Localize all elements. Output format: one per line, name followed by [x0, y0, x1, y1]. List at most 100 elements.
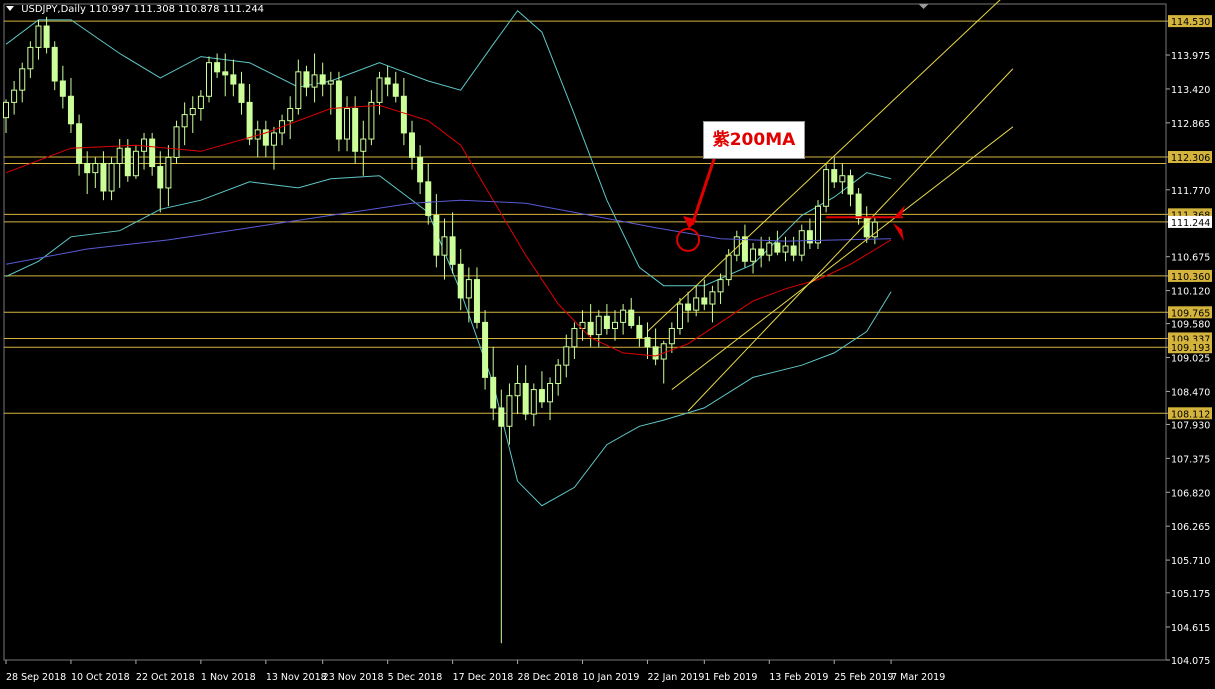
candle-body	[449, 236, 456, 265]
x-tick-label: 22 Jan 2019	[647, 672, 704, 683]
candle-body	[490, 376, 497, 409]
candle-body	[750, 248, 757, 262]
y-tick-label: 108.470	[1171, 387, 1210, 398]
candle-body	[815, 205, 821, 244]
y-tick-label: 113.420	[1171, 85, 1210, 96]
candle-body	[457, 263, 464, 299]
candle-body	[27, 46, 34, 70]
candle-body	[214, 62, 221, 73]
candle-body	[425, 181, 432, 216]
x-tick-label: 23 Nov 2018	[323, 672, 384, 683]
candle-body	[222, 71, 229, 76]
candle-body	[636, 324, 643, 339]
y-tick-label: 106.820	[1171, 488, 1210, 499]
y-tick-label: 109.025	[1171, 354, 1210, 365]
candle-body	[758, 248, 765, 256]
candle-body	[798, 230, 805, 256]
y-tick-label: 111.770	[1171, 186, 1210, 197]
candle-body	[181, 114, 188, 128]
candle-body	[709, 291, 716, 305]
candle-body	[806, 230, 813, 244]
candle-body	[392, 83, 399, 97]
symbol-label: USDJPY,Daily	[21, 4, 86, 15]
x-tick-label: 10 Jan 2019	[583, 672, 640, 683]
candle-body	[847, 175, 854, 195]
y-tick-label: 107.375	[1171, 454, 1210, 465]
annotation-text: 紫200MA	[712, 130, 796, 150]
x-tick-label: 1 Feb 2019	[704, 672, 757, 683]
candle-body	[67, 95, 74, 125]
candle-body	[165, 156, 172, 189]
candle-body	[644, 337, 651, 348]
candle-body	[685, 303, 692, 311]
candle-body	[603, 315, 610, 329]
candle-body	[693, 297, 700, 311]
candle-body	[352, 107, 359, 152]
candle-body	[116, 147, 123, 164]
y-tick-label: 104.075	[1171, 656, 1210, 667]
candle-body	[473, 279, 480, 323]
x-tick-label: 7 Mar 2019	[891, 672, 945, 683]
candle-body	[319, 74, 326, 85]
y-tick-label: 104.615	[1171, 623, 1210, 634]
candle-body	[11, 89, 18, 103]
candle-body	[124, 147, 131, 177]
y-level-label: 114.530	[1171, 17, 1210, 28]
candle-body	[84, 162, 91, 174]
y-current-price-label: 111.244	[1171, 218, 1210, 229]
x-tick-label: 13 Feb 2019	[769, 672, 828, 683]
ohlc-readout: 110.997 111.308 110.878 111.244	[89, 4, 265, 15]
candle-body	[149, 138, 156, 168]
candle-body	[790, 245, 797, 256]
candle-body	[660, 343, 667, 360]
candle-body	[839, 175, 846, 183]
y-tick-label: 110.120	[1171, 287, 1210, 298]
dropdown-triangle-icon[interactable]	[6, 6, 14, 11]
candle-body	[563, 346, 570, 366]
y-tick-label: 110.675	[1171, 253, 1210, 264]
candle-body	[652, 346, 659, 360]
candle-body	[344, 107, 351, 140]
candle-body	[417, 156, 424, 183]
candle-body	[230, 74, 237, 85]
candle-body	[538, 389, 545, 403]
candle-body	[360, 138, 367, 152]
y-tick-label: 109.580	[1171, 320, 1210, 331]
candle-body	[400, 95, 407, 134]
chart-header: USDJPY,Daily 110.997 111.308 110.878 111…	[6, 4, 264, 15]
candle-body	[92, 162, 99, 174]
y-tick-label: 106.265	[1171, 522, 1210, 533]
candle-body	[384, 77, 391, 85]
y-tick-label: 107.930	[1171, 420, 1210, 431]
y-level-label: 109.765	[1171, 308, 1210, 319]
candle-body	[108, 162, 115, 192]
x-tick-label: 28 Dec 2018	[518, 672, 579, 683]
candle-body	[465, 279, 472, 299]
candle-body	[51, 46, 58, 82]
candle-body	[295, 71, 302, 109]
candle-body	[238, 83, 245, 103]
candle-body	[433, 214, 440, 256]
candle-body	[270, 132, 277, 146]
candle-body	[547, 382, 554, 403]
candle-body	[725, 254, 732, 281]
candle-body	[506, 395, 513, 427]
y-tick-label: 113.975	[1171, 51, 1210, 62]
candle-body	[197, 95, 204, 109]
candle-body	[823, 169, 830, 207]
y-level-label: 112.306	[1171, 153, 1210, 164]
candle-body	[514, 382, 521, 397]
candle-body	[3, 101, 9, 119]
candle-body	[287, 107, 294, 122]
x-tick-label: 22 Oct 2018	[136, 672, 195, 683]
x-tick-label: 13 Nov 2018	[266, 672, 327, 683]
x-tick-label: 25 Feb 2019	[834, 672, 893, 683]
candle-body	[157, 166, 164, 189]
candle-body	[587, 321, 594, 336]
candle-body	[409, 132, 415, 158]
x-tick-label: 17 Dec 2018	[453, 672, 514, 683]
candle-body	[376, 77, 383, 103]
candle-body	[19, 68, 26, 91]
x-tick-label: 28 Sep 2018	[6, 672, 66, 683]
candle-body	[855, 193, 862, 219]
